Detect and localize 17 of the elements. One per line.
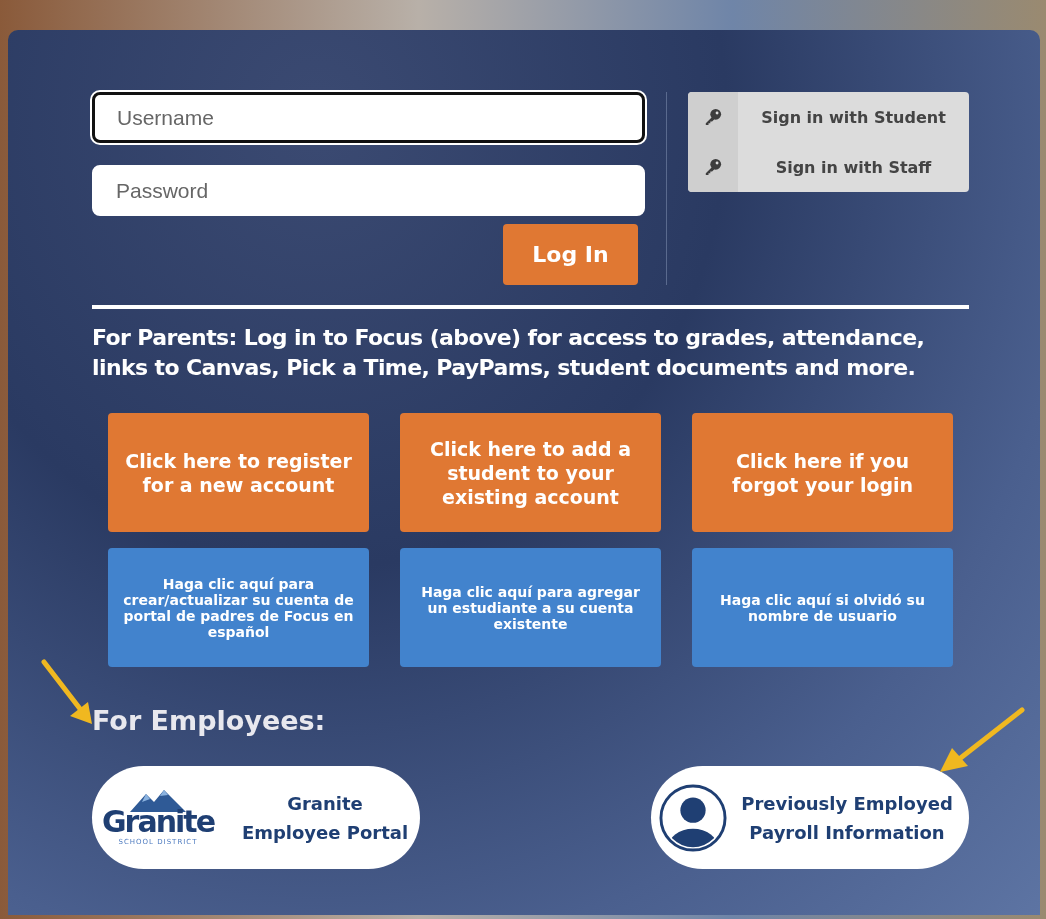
sso-button[interactable]: Sign in with Staff xyxy=(738,142,969,192)
password-field[interactable]: Password xyxy=(92,165,645,216)
person-icon xyxy=(659,783,727,852)
link-button[interactable]: Click here to register for a new account xyxy=(108,413,369,532)
payroll-button[interactable]: Previously Employed Payroll Information xyxy=(651,766,969,869)
key-icon xyxy=(704,108,722,126)
link-button[interactable]: Click here to add a student to your existing account xyxy=(400,413,661,532)
link-button[interactable]: Haga clic aquí para crear/actualizar su cuenta de portal de padres de Focus en español xyxy=(108,548,369,667)
username-field[interactable]: Username xyxy=(92,92,645,143)
employees-heading: For Employees: xyxy=(92,705,327,736)
key-icon xyxy=(704,158,722,176)
parents-notice: For Parents: Log in to Focus (above) for access to grades, attendance, links to Canvas, Pick a Time, PayPams, student documents and more. xyxy=(92,324,926,382)
sso-button[interactable]: Sign in with Student xyxy=(738,92,969,142)
link-button[interactable]: Haga clic aquí para agregar un estudiante a su cuenta existente xyxy=(400,548,661,667)
link-button[interactable]: Click here if you forgot your login xyxy=(692,413,953,532)
login-button[interactable]: Log In xyxy=(503,224,638,285)
link-button[interactable]: Haga clic aquí si olvidó su nombre de usuario xyxy=(692,548,953,667)
